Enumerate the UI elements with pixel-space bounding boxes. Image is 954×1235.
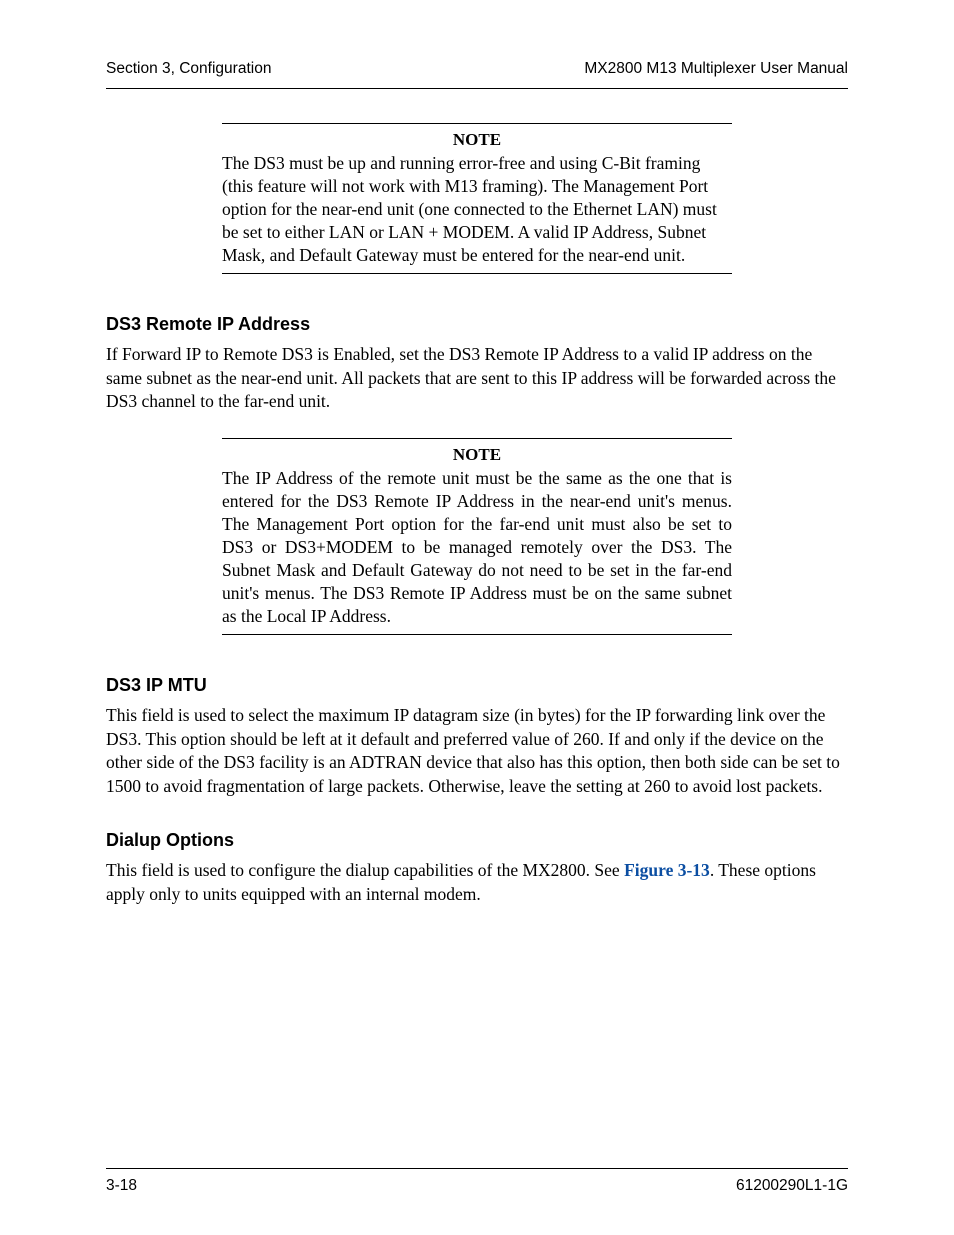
- paragraph-ds3-ip-mtu: This field is used to select the maximum…: [106, 704, 848, 798]
- paragraph-ds3-remote-ip: If Forward IP to Remote DS3 is Enabled, …: [106, 343, 848, 413]
- header-manual-title: MX2800 M13 Multiplexer User Manual: [584, 60, 848, 78]
- footer-page-number: 3-18: [106, 1177, 137, 1195]
- note-body: The IP Address of the remote unit must b…: [222, 467, 732, 629]
- footer-document-id: 61200290L1-1G: [736, 1177, 848, 1195]
- note-title: NOTE: [222, 445, 732, 465]
- dialup-text-pre: This field is used to configure the dial…: [106, 860, 624, 880]
- heading-ds3-remote-ip: DS3 Remote IP Address: [106, 314, 848, 335]
- page-footer: 3-18 61200290L1-1G: [106, 1168, 848, 1195]
- figure-3-13-link[interactable]: Figure 3-13: [624, 860, 710, 880]
- heading-ds3-ip-mtu: DS3 IP MTU: [106, 675, 848, 696]
- page-header: Section 3, Configuration MX2800 M13 Mult…: [106, 60, 848, 89]
- note-title: NOTE: [222, 130, 732, 150]
- heading-dialup-options: Dialup Options: [106, 830, 848, 851]
- note-body: The DS3 must be up and running error-fre…: [222, 152, 732, 267]
- header-section: Section 3, Configuration: [106, 60, 271, 78]
- document-page: Section 3, Configuration MX2800 M13 Mult…: [0, 0, 954, 1235]
- note-box-2: NOTE The IP Address of the remote unit m…: [222, 438, 732, 636]
- paragraph-dialup-options: This field is used to configure the dial…: [106, 859, 848, 906]
- note-box-1: NOTE The DS3 must be up and running erro…: [222, 123, 732, 274]
